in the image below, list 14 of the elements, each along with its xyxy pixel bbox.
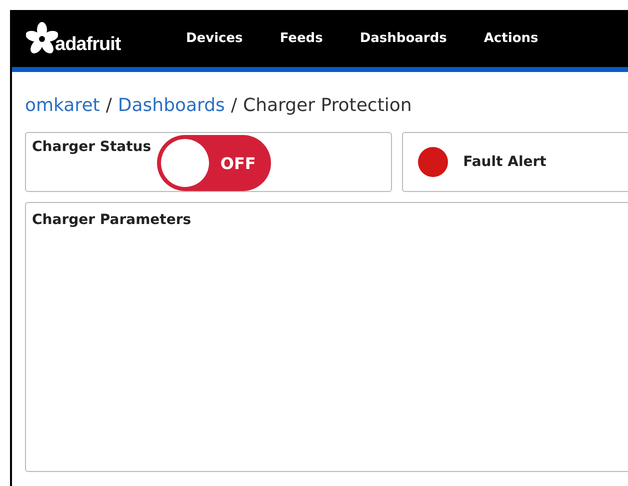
breadcrumb-link[interactable]: omkaret <box>25 95 100 116</box>
breadcrumb-link[interactable]: Dashboards <box>118 95 225 116</box>
breadcrumb-current: Charger Protection <box>243 95 412 116</box>
toggle-switch[interactable]: OFF <box>157 135 272 191</box>
nav-link[interactable]: Dashboards <box>360 31 447 46</box>
brand-logo[interactable]: adafruit <box>55 34 121 56</box>
nav-link[interactable]: Feeds <box>280 31 323 46</box>
breadcrumb-separator: / <box>106 95 112 116</box>
indicator-label: Fault Alert <box>463 154 546 170</box>
block-title: Charger Parameters <box>32 212 192 228</box>
nav-link[interactable]: Actions <box>484 31 538 46</box>
nav-link[interactable]: Devices <box>186 31 243 46</box>
block-title: Charger Status <box>32 139 152 155</box>
breadcrumb-separator: / <box>230 95 238 116</box>
